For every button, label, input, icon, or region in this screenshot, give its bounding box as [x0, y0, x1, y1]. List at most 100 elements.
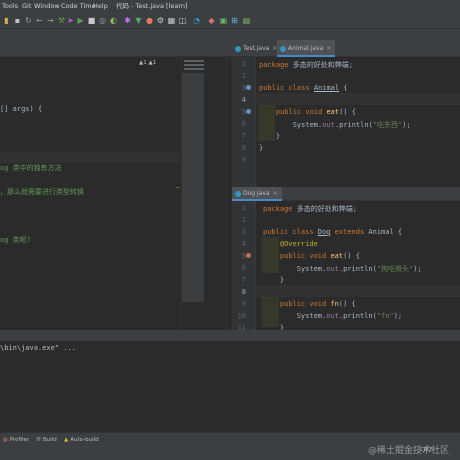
close-icon[interactable]: ×: [326, 45, 331, 52]
minimap-viewport[interactable]: [182, 73, 204, 302]
field-ref: out: [322, 121, 335, 129]
string-literal: "fn": [376, 312, 394, 320]
line-number: 1: [241, 60, 246, 68]
animal-editor[interactable]: 1 2 3 4 5 6 7 8 9 package 多态的好处和弊端; publ…: [232, 57, 460, 187]
keyword: public void: [275, 108, 323, 116]
stop-icon[interactable]: ■: [87, 16, 96, 25]
structure-icon[interactable]: ▦: [167, 16, 176, 25]
code-line: }: [259, 144, 263, 152]
line-number: 4: [241, 96, 246, 104]
menu-help[interactable]: Help: [93, 0, 108, 13]
brace: {: [343, 84, 348, 92]
class-ref: System.: [296, 312, 327, 320]
update-icon[interactable]: ▣: [219, 16, 228, 25]
main-toolbar: ▮ ▪ ↻ ← → ⚒ ➤ ▶ ■ ◎ ◐ ✱ ▼ ● ⚙ ▦ ◫ ◔ ◆ ▣ …: [0, 13, 460, 28]
coverage-icon[interactable]: ◐: [109, 16, 118, 25]
folder-icon[interactable]: ▮: [2, 16, 11, 25]
code-line: public void fn() {: [263, 300, 356, 308]
menu-bar: Tools Git Window Code Time Help 代码 - Tes…: [0, 0, 460, 13]
code-line: System.out.println("fn");: [263, 312, 402, 320]
sync-icon[interactable]: ↻: [24, 16, 33, 25]
punctuation: );: [393, 312, 403, 320]
menu-code-time[interactable]: Code Time: [61, 0, 96, 13]
implemented-icon[interactable]: [246, 109, 251, 114]
brace: }: [279, 276, 285, 284]
settings-icon[interactable]: ⚙: [156, 16, 165, 25]
profiler-tool-button[interactable]: ◍ Profiler: [3, 433, 29, 447]
comment-line: og 类呢?: [0, 236, 31, 244]
build-tool-button[interactable]: ⚒ Build: [36, 433, 57, 447]
override-icon[interactable]: [246, 253, 251, 258]
method-name: eat: [326, 108, 340, 116]
main-editor[interactable]: [] args) { og 类中的独有方法 ，那么就需要进行类型转换 og 类呢…: [0, 57, 232, 330]
implemented-icon[interactable]: [246, 85, 251, 90]
menu-git[interactable]: Git: [22, 0, 31, 13]
save-icon[interactable]: ▪: [13, 16, 22, 25]
line-number: 9: [241, 156, 246, 164]
back-icon[interactable]: ←: [35, 16, 44, 25]
method-call: .println(: [338, 312, 377, 320]
keyword: public class: [263, 228, 314, 236]
comment-line: ，那么就需要进行类型转换: [0, 188, 84, 196]
java-class-icon: [235, 46, 241, 52]
tab-test-java[interactable]: Test.java ×: [232, 40, 281, 57]
profiler-icon[interactable]: ✱: [123, 16, 132, 25]
string-literal: "狗吃骨头": [376, 265, 414, 273]
code-with-me-icon[interactable]: ⊞: [230, 16, 239, 25]
field-ref: out: [326, 312, 339, 320]
method-call: .println(: [338, 265, 377, 273]
run-config-icon[interactable]: ➤: [66, 16, 75, 25]
plugin-icon[interactable]: ◆: [207, 16, 216, 25]
tool-label: Auto-build: [70, 437, 99, 443]
line-number: 9: [241, 300, 246, 308]
run-console[interactable]: \bin\java.exe" ...: [0, 341, 460, 432]
forward-icon[interactable]: →: [46, 16, 55, 25]
menu-tools[interactable]: Tools: [2, 0, 18, 13]
profiler-icon: ◍: [3, 437, 8, 443]
keyword: package: [263, 205, 293, 213]
debug-icon[interactable]: ◎: [98, 16, 107, 25]
current-line-highlight: [0, 152, 180, 163]
class-ref: System.: [296, 265, 327, 273]
inspection-warnings[interactable]: ▲1 ▲1: [139, 60, 156, 66]
minimap: [184, 60, 204, 78]
record-icon[interactable]: ●: [145, 16, 154, 25]
java-class-icon: [235, 191, 241, 197]
code-line: public class Dog extends Animal {: [263, 228, 402, 236]
line-number: 8: [241, 144, 246, 152]
vcs-icon[interactable]: ▤: [242, 16, 251, 25]
tab-animal-java[interactable]: Animal.java ×: [277, 40, 336, 57]
keyword: extends: [334, 228, 365, 236]
editor-tab-strip: Test.java × Animal.java ×: [232, 40, 460, 57]
line-number: 7: [241, 132, 246, 140]
code-line: package 多态的好处和弊端;: [259, 60, 353, 70]
run-icon[interactable]: ▶: [76, 16, 85, 25]
commit-icon[interactable]: ◔: [192, 16, 201, 25]
tool-label: Build: [42, 437, 57, 443]
line-number: 6: [241, 120, 246, 128]
method-name: eat: [330, 252, 344, 260]
attach-icon[interactable]: ▼: [134, 16, 143, 25]
code-line: System.out.println("吃东西");: [259, 120, 411, 130]
sdk-icon[interactable]: ◫: [178, 16, 187, 25]
parent-class-name[interactable]: Animal: [368, 228, 393, 236]
class-ref: System.: [292, 121, 323, 129]
line-number: 5: [241, 108, 246, 116]
brace: {: [397, 228, 403, 236]
warning-icon: ▲: [64, 437, 69, 443]
tab-dog-java[interactable]: Dog.java ×: [232, 187, 282, 201]
brace: }: [275, 132, 281, 140]
method-params: () {: [339, 108, 356, 116]
build-icon[interactable]: ⚒: [57, 16, 66, 25]
auto-build-tool-button[interactable]: ▲ Auto-build: [64, 433, 99, 447]
class-name[interactable]: Animal: [314, 84, 339, 92]
left-tab-strip: [0, 40, 232, 57]
class-name[interactable]: Dog: [318, 228, 331, 236]
warning-marker: —: [176, 184, 180, 191]
menu-window[interactable]: Window: [34, 0, 60, 13]
code-line: public void eat() {: [259, 108, 356, 116]
line-number: 8: [241, 288, 246, 296]
close-icon[interactable]: ×: [273, 190, 278, 197]
dog-editor[interactable]: 1 2 3 4 5 6 7 8 9 10 11 package 多态的好处和弊端…: [232, 201, 460, 330]
method-params: () {: [338, 300, 356, 308]
